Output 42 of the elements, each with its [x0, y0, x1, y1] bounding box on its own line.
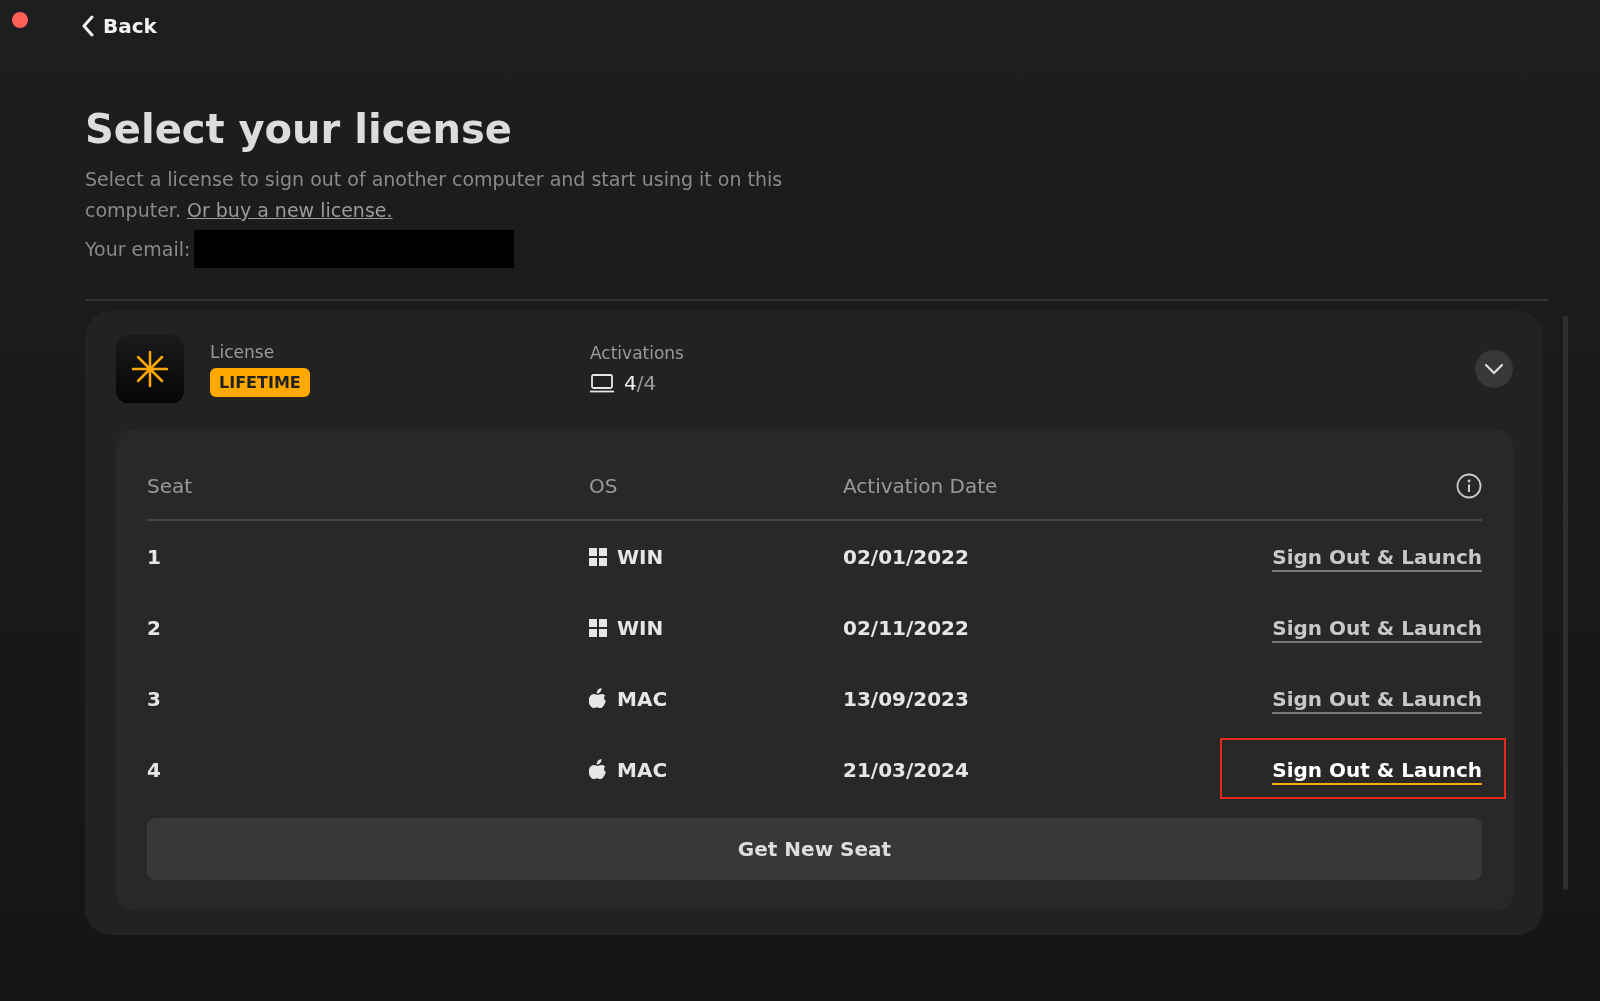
- scrollbar[interactable]: [1563, 316, 1568, 890]
- seat-number: 3: [147, 686, 162, 711]
- laptop-icon: [590, 373, 614, 393]
- os-name: WIN: [617, 544, 664, 569]
- os-name: MAC: [617, 757, 668, 782]
- apple-icon: [589, 759, 607, 780]
- seat-number: 4: [147, 757, 162, 782]
- windows-icon: [589, 547, 607, 566]
- page-title: Select your license: [85, 106, 513, 152]
- activations-label: Activations: [590, 343, 685, 363]
- activation-date: 02/01/2022: [843, 544, 970, 569]
- seat-number: 2: [147, 615, 162, 640]
- activation-date: 21/03/2024: [843, 757, 970, 782]
- collapse-button[interactable]: [1475, 350, 1513, 388]
- activation-date: 13/09/2023: [843, 686, 970, 711]
- info-icon[interactable]: [1456, 473, 1482, 499]
- buy-license-link[interactable]: Or buy a new license.: [187, 199, 393, 221]
- windows-icon: [589, 618, 607, 637]
- column-header: OS: [589, 474, 619, 498]
- column-header: Activation Date: [843, 474, 999, 498]
- sign-out-launch-link[interactable]: Sign Out & Launch: [1272, 544, 1482, 572]
- license-type-tag: LIFETIME: [210, 367, 310, 397]
- sign-out-launch-link[interactable]: Sign Out & Launch: [1272, 757, 1482, 785]
- license-label: License: [210, 341, 276, 362]
- apple-icon: [589, 688, 607, 709]
- asterisk-icon: [131, 350, 169, 388]
- sign-out-launch-link[interactable]: Sign Out & Launch: [1272, 615, 1482, 643]
- activations-used: 4: [624, 371, 637, 395]
- activations-total: /4: [636, 371, 657, 395]
- seat-number: 1: [147, 544, 162, 569]
- os-name: WIN: [617, 615, 664, 640]
- close-window-button[interactable]: [12, 12, 28, 28]
- get-new-seat-button[interactable]: Get New Seat: [147, 818, 1482, 880]
- os-name: MAC: [617, 686, 668, 711]
- sign-out-launch-link[interactable]: Sign Out & Launch: [1272, 686, 1482, 714]
- email-label: Your email:: [85, 238, 191, 260]
- back-button[interactable]: Back: [81, 10, 157, 42]
- chevron-left-icon: [81, 15, 95, 37]
- activation-date: 02/11/2022: [843, 615, 970, 640]
- description-text: Select a license to sign out of another computer and start using it on this computer. Or buy a new license.: [85, 167, 784, 223]
- chevron-icon: [1484, 363, 1504, 375]
- column-header: Seat: [147, 474, 194, 498]
